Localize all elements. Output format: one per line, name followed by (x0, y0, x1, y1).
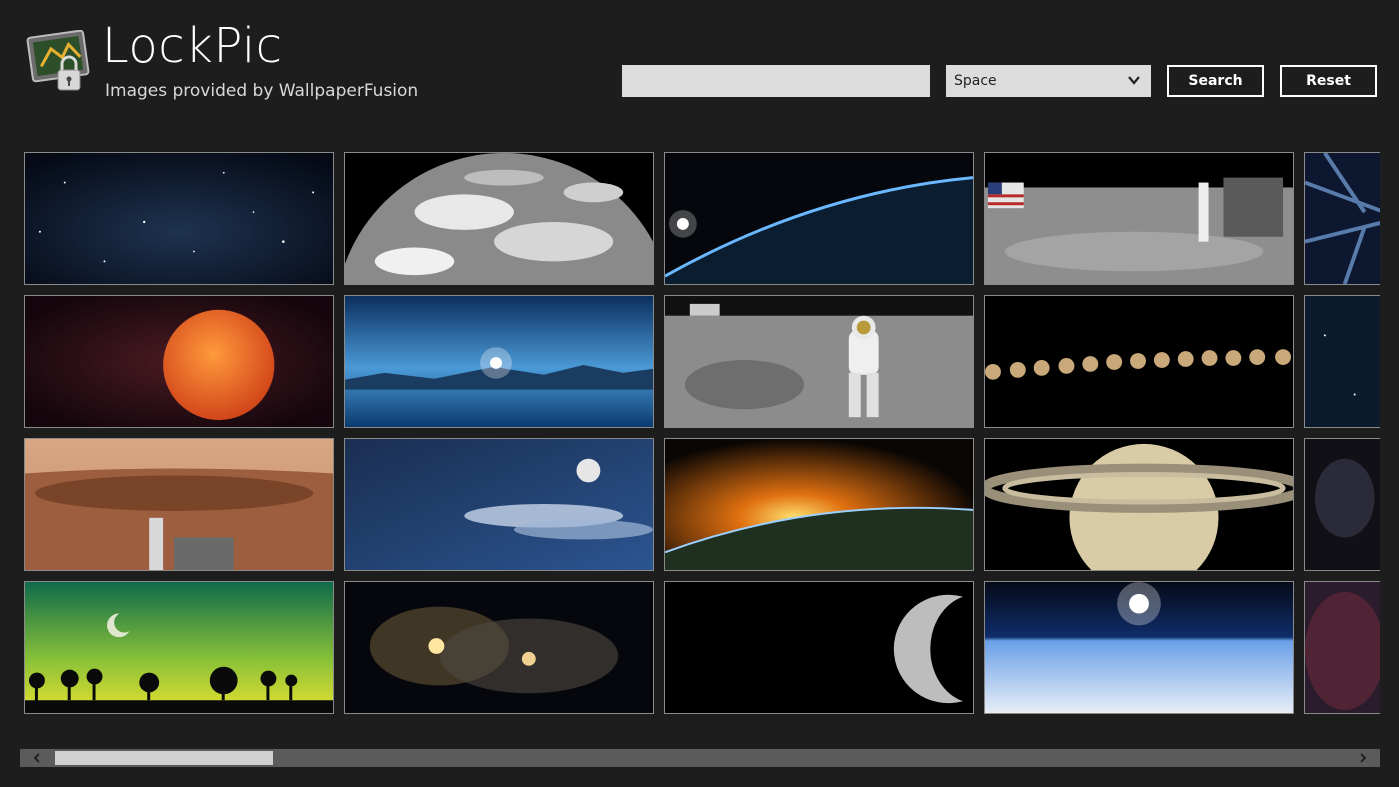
wallpaper-gallery[interactable] (24, 152, 1380, 718)
wallpaper-tile-dark-nebula[interactable] (1304, 438, 1380, 571)
wallpaper-tile-deep-space-blue[interactable] (1304, 295, 1380, 428)
wallpaper-tile-earth-horizon-flare[interactable] (664, 152, 974, 285)
app-subtitle: Images provided by WallpaperFusion (105, 81, 419, 101)
chevron-down-icon (1127, 73, 1141, 87)
wallpaper-tile-moon-crescent-dark[interactable] (664, 581, 974, 714)
wallpaper-tile-spiral-galaxies[interactable] (344, 581, 654, 714)
wallpaper-tile-moon-phases[interactable] (984, 295, 1294, 428)
wallpaper-tile-red-planet[interactable] (24, 295, 334, 428)
category-select[interactable]: Space (946, 65, 1151, 97)
wallpaper-tile-moon-clouds-night[interactable] (344, 438, 654, 571)
lockpic-logo-icon (26, 29, 92, 96)
wallpaper-tile-astronaut-moon[interactable] (664, 295, 974, 428)
wallpaper-tile-blue-warp[interactable] (1304, 152, 1380, 285)
lockpic-app: LockPic Images provided by WallpaperFusi… (0, 0, 1399, 787)
wallpaper-tile-starfield-nebula[interactable] (24, 152, 334, 285)
wallpaper-tile-moon-landing-flag[interactable] (984, 152, 1294, 285)
search-input[interactable] (622, 65, 930, 97)
scroll-thumb[interactable] (55, 751, 273, 765)
search-button[interactable]: Search (1167, 65, 1264, 97)
app-title: LockPic (102, 18, 283, 74)
wallpaper-tile-saturn-rings[interactable] (984, 438, 1294, 571)
horizontal-scrollbar[interactable] (20, 749, 1380, 767)
wallpaper-tile-green-moon-palms[interactable] (24, 581, 334, 714)
wallpaper-tile-mars-crater[interactable] (24, 438, 334, 571)
wallpaper-tile-sunrise-over-planet[interactable] (664, 438, 974, 571)
wallpaper-tile-icy-planet-lake[interactable] (344, 295, 654, 428)
wallpaper-tile-earth-sun-horizon[interactable] (984, 581, 1294, 714)
scroll-right-arrow-icon[interactable] (1346, 749, 1380, 767)
wallpaper-tile-red-nebula[interactable] (1304, 581, 1380, 714)
category-selected-value: Space (954, 73, 997, 89)
wallpaper-tile-earth-black-white[interactable] (344, 152, 654, 285)
scroll-left-arrow-icon[interactable] (20, 749, 54, 767)
reset-button[interactable]: Reset (1280, 65, 1377, 97)
